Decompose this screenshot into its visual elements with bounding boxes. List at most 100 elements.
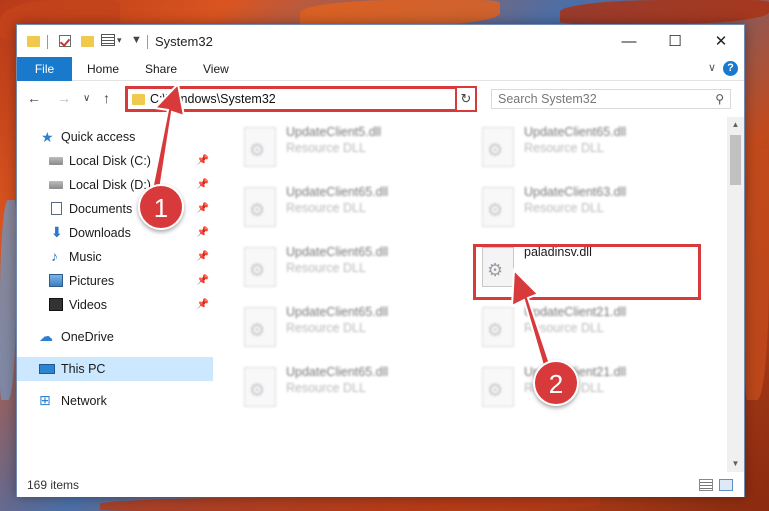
scroll-up-icon[interactable]: ▲ [727,117,744,133]
navigation-pane: ★ Quick access Local Disk (C:) 📌 Local D… [17,117,213,472]
address-bar[interactable]: C:\Windows\System32 ∨ [125,86,475,112]
file-name: UpdateClient65.dll [286,245,389,259]
computer-icon [39,364,55,374]
search-input[interactable]: Search System32 ⚲ [491,89,731,109]
pin-icon: 📌 [196,299,209,310]
dll-file-icon [244,307,276,347]
sidebar-item-label: OneDrive [61,330,114,344]
chevron-down-icon[interactable]: ▾ [117,35,122,49]
sidebar-item-quick-access[interactable]: ★ Quick access [17,125,213,149]
new-folder-icon[interactable] [81,36,94,47]
drive-icon [49,181,63,189]
file-item[interactable]: UpdateClient5.dll Resource DLL [238,123,468,177]
file-name: UpdateClient65.dll [286,365,389,379]
sidebar-item-label: Local Disk (D:) [69,178,151,192]
maximize-button[interactable]: ☐ [652,25,698,57]
file-name: UpdateClient65.dll [286,185,389,199]
paladinsv-highlight-box [473,244,701,300]
tab-file[interactable]: File [17,57,72,81]
sidebar-item-label: Downloads [69,226,131,240]
file-item[interactable]: UpdateClient65.dll Resource DLL [238,303,468,357]
file-name: UpdateClient63.dll [524,185,627,199]
pin-icon: 📌 [196,203,209,214]
file-name: UpdateClient5.dll [286,125,382,139]
window-title: System32 [155,34,213,49]
sidebar-item-music[interactable]: ♪ Music 📌 [17,245,213,269]
search-icon: ⚲ [715,92,724,106]
refresh-button[interactable]: ↻ [455,86,477,112]
sidebar-item-label: Pictures [69,274,115,288]
folder-icon [132,94,145,105]
dll-file-icon [482,367,514,407]
file-type: Resource DLL [524,321,604,335]
dropdown-arrow-icon[interactable]: ▼ [131,34,142,48]
dll-file-icon [244,187,276,227]
sidebar-item-network[interactable]: ⊞ Network [17,389,213,413]
file-type: Resource DLL [286,141,366,155]
file-item[interactable]: UpdateClient65.dll Resource DLL [238,363,468,417]
file-item[interactable]: UpdateClient21.dll Resource DLL [476,363,706,417]
explorer-window: ▾ ▼ System32 — ☐ ✕ File Home Share View … [16,24,745,497]
file-type: Resource DLL [286,201,366,215]
sidebar-item-label: This PC [61,362,106,376]
collapse-ribbon-icon[interactable]: ∨ [708,61,716,74]
dll-file-icon [244,367,276,407]
pin-icon: 📌 [196,179,209,190]
file-item[interactable]: UpdateClient65.dll Resource DLL [238,243,468,297]
pin-icon: 📌 [196,227,209,238]
sidebar-item-pictures[interactable]: Pictures 📌 [17,269,213,293]
dll-file-icon [482,127,514,167]
step-2-badge: 2 [533,360,579,406]
tab-view[interactable]: View [203,57,229,81]
videos-icon [49,298,63,311]
tab-share[interactable]: Share [145,57,177,81]
file-type: Resource DLL [524,141,604,155]
dll-file-icon [482,187,514,227]
help-icon[interactable]: ? [723,61,738,76]
dll-file-icon [244,247,276,287]
title-bar: ▾ ▼ System32 — ☐ ✕ [17,25,744,57]
pin-icon: 📌 [196,155,209,166]
scroll-down-icon[interactable]: ▼ [727,456,744,472]
folder-icon [27,36,40,47]
sidebar-item-label: Network [61,394,107,408]
pictures-icon [49,274,63,287]
up-icon[interactable]: ↑ [103,90,110,106]
sidebar-item-videos[interactable]: Videos 📌 [17,293,213,317]
customize-toolbar-icon[interactable] [101,34,115,46]
sidebar-item-label: Music [69,250,102,264]
sidebar-item-label: Documents [69,202,133,216]
file-type: Resource DLL [286,261,366,275]
sidebar-item-local-disk-d[interactable]: Local Disk (D:) 📌 [17,173,213,197]
minimize-button[interactable]: — [606,25,652,57]
sidebar-item-downloads[interactable]: ⬇ Downloads 📌 [17,221,213,245]
file-type: Resource DLL [286,321,366,335]
file-name: UpdateClient21.dll [524,305,627,319]
step-1-badge: 1 [138,184,184,230]
sidebar-item-this-pc[interactable]: This PC [17,357,213,381]
navigation-bar: ← → ∨ ↑ C:\Windows\System32 ∨ ↻ Search S… [17,82,744,116]
forward-icon[interactable]: → [57,90,71,106]
close-button[interactable]: ✕ [698,25,744,57]
drive-icon [49,157,63,165]
toolbar-separator [47,35,48,49]
sidebar-item-label: Videos [69,298,107,312]
sidebar-item-label: Quick access [61,130,136,144]
file-item[interactable]: UpdateClient65.dll Resource DLL [238,183,468,237]
large-icons-view-icon[interactable] [719,479,733,491]
tab-home[interactable]: Home [87,57,119,81]
vertical-scrollbar[interactable]: ▲ ▼ [727,117,744,472]
file-item[interactable]: UpdateClient65.dll Resource DLL [476,123,706,177]
recent-locations-icon[interactable]: ∨ [83,93,90,104]
scrollbar-thumb[interactable] [730,135,741,185]
status-bar: 169 items [17,473,744,497]
sidebar-item-local-disk-c[interactable]: Local Disk (C:) 📌 [17,149,213,173]
download-icon: ⬇ [51,224,63,240]
back-icon[interactable]: ← [27,90,41,106]
sidebar-item-onedrive[interactable]: ☁ OneDrive [17,325,213,349]
file-item[interactable]: UpdateClient63.dll Resource DLL [476,183,706,237]
ribbon-tabs: File Home Share View ∨ ? [17,57,744,81]
details-view-icon[interactable] [699,479,713,491]
file-item[interactable]: UpdateClient21.dll Resource DLL [476,303,706,357]
properties-icon[interactable] [59,35,71,47]
